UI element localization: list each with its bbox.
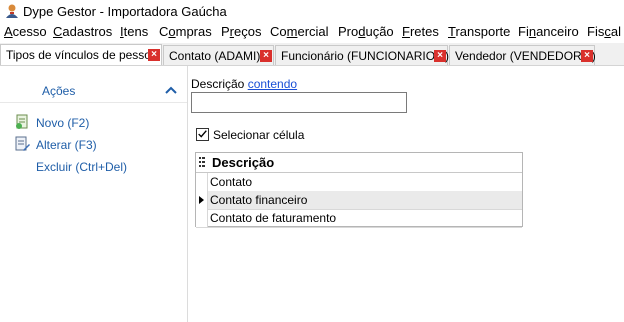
actions-header[interactable]: Ações — [0, 74, 187, 103]
menu-precos[interactable]: Preços — [221, 24, 261, 39]
chevron-up-icon[interactable] — [164, 85, 178, 95]
filter-label: Descrição contendo — [191, 77, 298, 91]
menu-fiscal[interactable]: Fiscal — [587, 24, 621, 39]
row-indicator — [196, 191, 208, 209]
select-cell-checkbox[interactable] — [196, 128, 209, 141]
menu-financeiro[interactable]: Financeiro — [518, 24, 579, 39]
actions-title: Ações — [42, 84, 76, 98]
menu-producao[interactable]: Produção — [338, 24, 394, 39]
table-row[interactable]: Contato — [196, 173, 522, 192]
tab-funcionario[interactable]: Funcionário (FUNCIONARIO 1) × — [275, 45, 450, 65]
document-tabs: Tipos de vínculos de pessoa × Contato (A… — [0, 43, 624, 66]
menu-compras[interactable]: Compras — [159, 24, 212, 39]
tab-contato[interactable]: Contato (ADAMI) × — [163, 45, 274, 65]
data-grid: Descrição Contato Contato financeiro Con… — [195, 152, 523, 228]
tab-label: Vendedor (VENDEDOR 1) — [455, 49, 596, 63]
table-cell: Contato — [210, 175, 253, 189]
column-header-descricao[interactable]: Descrição — [212, 155, 274, 170]
table-row[interactable]: Contato de faturamento — [196, 209, 522, 228]
delete-action-label: Excluir (Ctrl+Del) — [36, 160, 128, 174]
filter-mode-link[interactable]: contendo — [248, 77, 297, 91]
actions-sidebar: Ações Novo (F2) Alterar (F3) Excluir (Ct… — [0, 66, 188, 322]
description-filter-input[interactable] — [191, 92, 407, 113]
menu-fretes[interactable]: Fretes — [402, 24, 439, 39]
menu-itens[interactable]: Itens — [120, 24, 148, 39]
close-icon[interactable]: × — [148, 49, 160, 61]
menu-acesso[interactable]: Acesso — [4, 24, 47, 39]
grid-header[interactable]: Descrição — [196, 153, 522, 173]
checkmark-icon — [198, 130, 207, 138]
table-cell: Contato de faturamento — [210, 211, 337, 225]
new-action-label: Novo (F2) — [36, 116, 90, 130]
title-bar: Dype Gestor - Importadora Gaúcha — [0, 0, 624, 22]
close-icon[interactable]: × — [581, 50, 593, 62]
tab-tipos-vinculos[interactable]: Tipos de vínculos de pessoa × — [0, 44, 162, 65]
edit-document-icon — [15, 136, 30, 151]
new-document-icon — [16, 114, 28, 129]
current-row-pointer-icon — [199, 196, 204, 204]
table-row[interactable]: Contato financeiro — [196, 191, 522, 210]
edit-action-label: Alterar (F3) — [36, 138, 97, 152]
tab-label: Contato (ADAMI) — [169, 49, 261, 63]
row-indicator — [196, 173, 208, 191]
tab-vendedor[interactable]: Vendedor (VENDEDOR 1) × — [449, 45, 596, 65]
column-chooser-icon[interactable] — [199, 157, 205, 167]
window-title: Dype Gestor - Importadora Gaúcha — [23, 4, 227, 19]
row-indicator — [196, 209, 208, 227]
tab-label: Tipos de vínculos de pessoa — [6, 48, 158, 62]
close-icon[interactable]: × — [434, 50, 446, 62]
app-user-icon — [6, 4, 18, 18]
table-cell: Contato financeiro — [210, 193, 308, 207]
tab-label: Funcionário (FUNCIONARIO 1) — [281, 49, 450, 63]
menu-comercial[interactable]: Comercial — [270, 24, 329, 39]
menu-cadastros[interactable]: Cadastros — [53, 24, 112, 39]
select-cell-label: Selecionar célula — [213, 128, 305, 142]
menu-transporte[interactable]: Transporte — [448, 24, 510, 39]
main-content: Descrição contendo Selecionar célula Des… — [188, 66, 624, 322]
close-icon[interactable]: × — [260, 50, 272, 62]
menu-bar: Acesso Cadastros Itens Compras Preços Co… — [0, 22, 624, 42]
